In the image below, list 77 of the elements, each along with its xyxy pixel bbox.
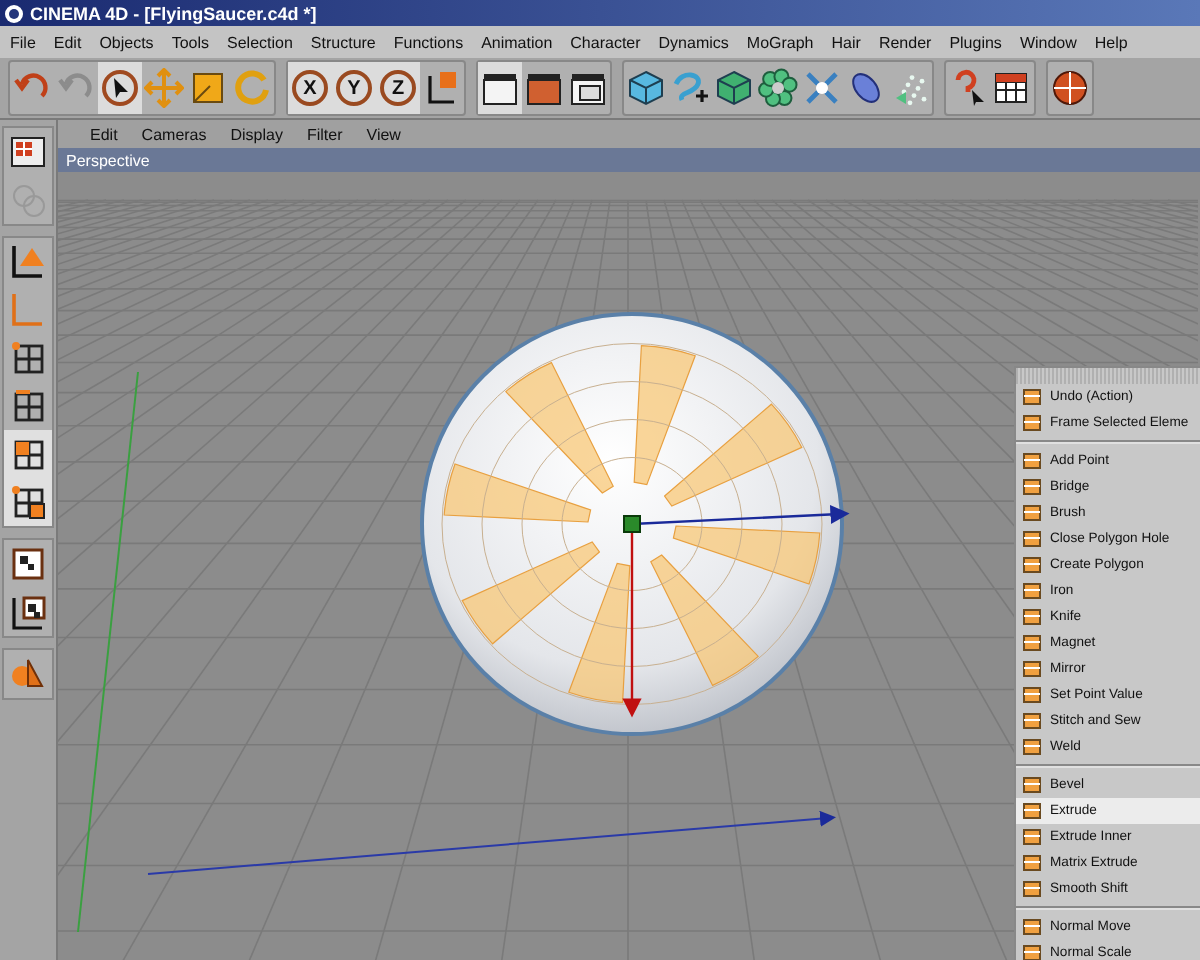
viewport-menu-item[interactable]: Display bbox=[230, 125, 283, 143]
tool-icon bbox=[1022, 916, 1044, 938]
viewport-menu-item[interactable]: Edit bbox=[90, 125, 118, 143]
toolbar-button[interactable] bbox=[98, 62, 142, 114]
menu-item[interactable]: Tools bbox=[171, 33, 209, 51]
tool-icon bbox=[1022, 852, 1044, 874]
checker-icon bbox=[8, 544, 48, 584]
menu-item[interactable]: Hair bbox=[831, 33, 861, 51]
tool-icon bbox=[1022, 736, 1044, 758]
menu-item[interactable]: File bbox=[10, 33, 36, 51]
tool-icon bbox=[1022, 502, 1044, 524]
tool-icon bbox=[1022, 826, 1044, 848]
toolbar-button[interactable]: Y bbox=[332, 62, 376, 114]
menu-item[interactable]: Objects bbox=[99, 33, 154, 51]
tool-icon bbox=[1022, 800, 1044, 822]
tool-icon bbox=[1022, 684, 1044, 706]
menu-item[interactable]: Help bbox=[1094, 33, 1128, 51]
tool-icon bbox=[1022, 554, 1044, 576]
toolbar-button[interactable] bbox=[478, 62, 522, 114]
spline-icon bbox=[670, 68, 710, 108]
grid-panel-icon bbox=[8, 132, 48, 172]
tool-icon bbox=[1022, 878, 1044, 900]
tool-icon bbox=[1022, 580, 1044, 602]
cursor-icon bbox=[100, 68, 140, 108]
square-icon bbox=[188, 68, 228, 108]
menu-item[interactable]: Selection bbox=[227, 33, 293, 51]
menu-item[interactable]: Plugins bbox=[949, 33, 1002, 51]
tool-icon bbox=[1022, 412, 1044, 434]
toolbar-button[interactable]: X bbox=[288, 62, 332, 114]
move-icon bbox=[144, 68, 184, 108]
tool-icon bbox=[1022, 528, 1044, 550]
cube-icon bbox=[626, 68, 666, 108]
tool-icon bbox=[1022, 710, 1044, 732]
menu-grip[interactable] bbox=[1016, 368, 1200, 384]
tool-icon bbox=[1022, 476, 1044, 498]
menu-item[interactable]: Edit bbox=[53, 33, 82, 51]
checker-axis-icon bbox=[8, 592, 48, 632]
menu-item[interactable]: Character bbox=[570, 33, 641, 51]
menu-item[interactable]: Render bbox=[878, 33, 932, 51]
viewport-menu-item[interactable]: Filter bbox=[306, 125, 343, 143]
menu-item[interactable]: Window bbox=[1019, 33, 1077, 51]
axis-triangle-icon bbox=[8, 242, 48, 282]
toolbar-button[interactable]: Z bbox=[376, 62, 420, 114]
flower-icon bbox=[758, 68, 798, 108]
tool-icon bbox=[1022, 774, 1044, 796]
menu-item[interactable]: Functions bbox=[393, 33, 464, 51]
viewport-menu-item[interactable]: Cameras bbox=[141, 125, 207, 143]
table-icon bbox=[992, 68, 1032, 108]
mode-button[interactable] bbox=[4, 430, 52, 478]
viewport-title: Perspective bbox=[66, 151, 150, 169]
window-title: CINEMA 4D - [FlyingSaucer.c4d *] bbox=[30, 3, 317, 23]
arrows-out-icon bbox=[802, 68, 842, 108]
tool-icon bbox=[1022, 632, 1044, 654]
axes-icon bbox=[422, 68, 462, 108]
menu-item[interactable]: Animation bbox=[481, 33, 553, 51]
axis-icon bbox=[8, 290, 48, 330]
tool-icon bbox=[1022, 450, 1044, 472]
tool-icon bbox=[1022, 386, 1044, 408]
viewport-menu-item[interactable]: View bbox=[366, 125, 401, 143]
rotate-icon bbox=[232, 68, 272, 108]
tool-icon bbox=[1022, 606, 1044, 628]
globe-icon bbox=[1050, 68, 1090, 108]
uv-points-icon bbox=[8, 482, 48, 522]
app-icon bbox=[4, 3, 24, 23]
pill-icon bbox=[846, 68, 886, 108]
points-icon bbox=[8, 338, 48, 378]
clapperboard-icon bbox=[480, 68, 520, 108]
menu-item[interactable]: Dynamics bbox=[658, 33, 729, 51]
mode-button[interactable] bbox=[4, 478, 52, 526]
menu-item[interactable]: MoGraph bbox=[746, 33, 814, 51]
faded-texture-icon bbox=[8, 180, 48, 220]
menu-item[interactable]: Structure bbox=[310, 33, 376, 51]
tool-icon bbox=[1022, 658, 1044, 680]
clapperboard-icon bbox=[524, 68, 564, 108]
clapperboard-stack-icon bbox=[568, 68, 608, 108]
faceted-cube-icon bbox=[714, 68, 754, 108]
tool-icon bbox=[1022, 942, 1044, 960]
